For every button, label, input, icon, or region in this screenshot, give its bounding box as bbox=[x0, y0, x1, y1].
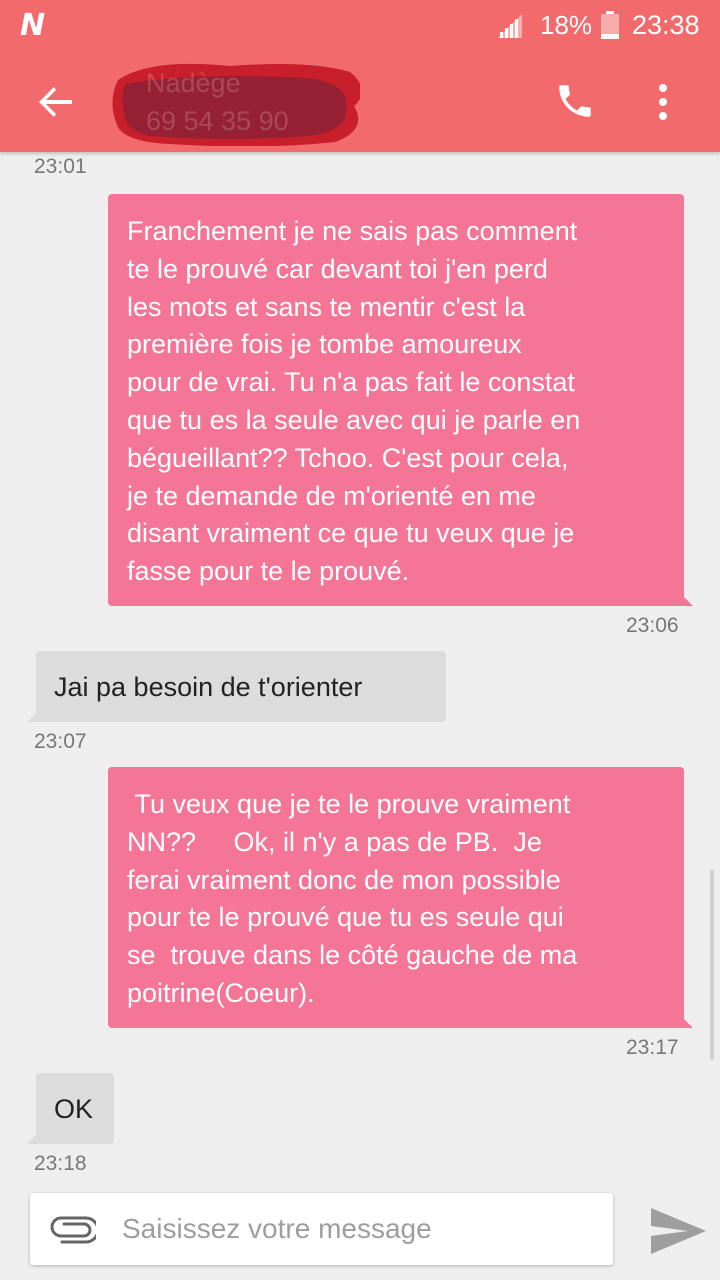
message-timestamp: 23:07 bbox=[34, 730, 87, 753]
incoming-message[interactable]: Jai pa besoin de t'orienter bbox=[27, 651, 446, 722]
send-icon[interactable] bbox=[648, 1205, 708, 1257]
battery-icon bbox=[601, 11, 619, 39]
phone-icon[interactable] bbox=[554, 80, 596, 122]
signal-icon bbox=[498, 14, 522, 38]
contact-info[interactable]: Nadège 69 54 35 90 bbox=[110, 60, 360, 146]
contact-name: Nadège bbox=[146, 68, 241, 98]
message-input[interactable]: Saisissez votre message bbox=[122, 1213, 432, 1245]
app-notification-icon: N bbox=[20, 8, 45, 43]
incoming-message[interactable]: OK bbox=[27, 1073, 114, 1144]
message-timestamp: 23:01 bbox=[34, 155, 87, 178]
message-composer[interactable]: Saisissez votre message bbox=[30, 1193, 613, 1265]
status-bar: N 18% 23:38 bbox=[0, 0, 720, 52]
scrollbar[interactable] bbox=[710, 870, 714, 1060]
more-vert-icon[interactable] bbox=[648, 80, 678, 124]
conversation-header: Nadège 69 54 35 90 bbox=[0, 52, 720, 152]
message-timestamp: 23:06 bbox=[626, 614, 679, 637]
outgoing-message[interactable]: Franchement je ne sais pas comment te le… bbox=[108, 194, 693, 606]
battery-percentage: 18% bbox=[540, 10, 593, 40]
back-arrow-icon[interactable] bbox=[36, 82, 76, 122]
message-timestamp: 23:18 bbox=[34, 1152, 87, 1175]
message-timestamp: 23:17 bbox=[626, 1036, 679, 1059]
attach-icon[interactable] bbox=[48, 1215, 96, 1245]
status-clock: 23:38 bbox=[632, 10, 700, 40]
contact-number: 69 54 35 90 bbox=[146, 106, 289, 136]
outgoing-message[interactable]: Tu veux que je te le prouve vraiment NN?… bbox=[108, 767, 693, 1028]
